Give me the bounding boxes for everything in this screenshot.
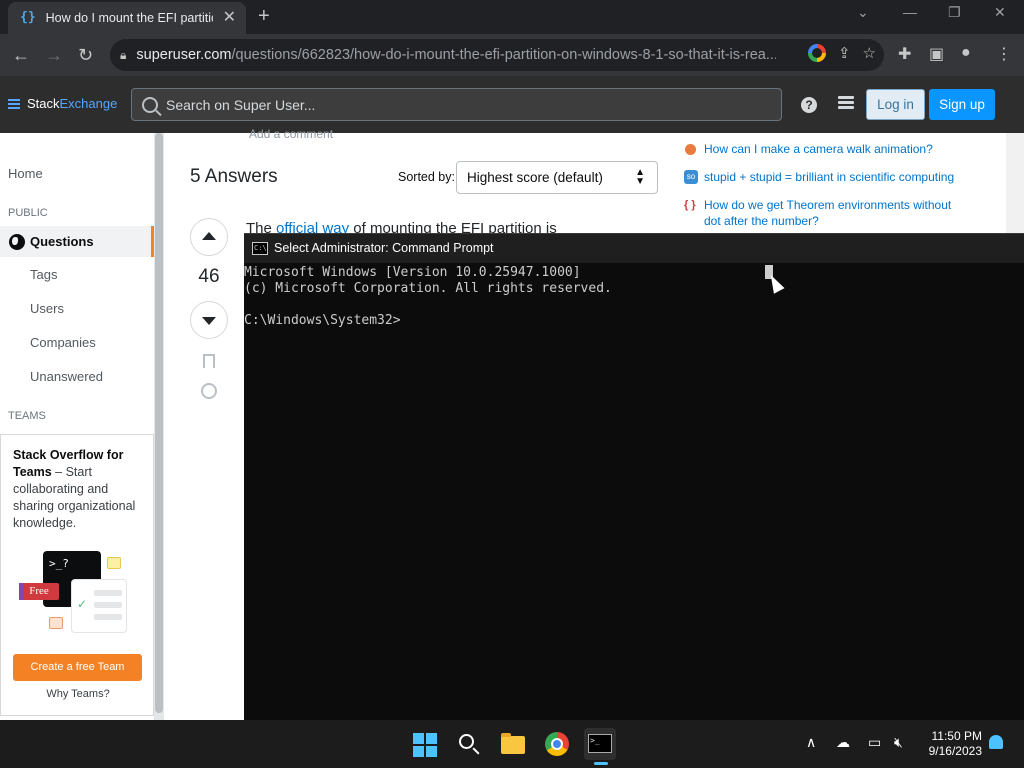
stackexchange-logo[interactable]: Stack Exchange (8, 96, 117, 111)
chrome-menu-icon[interactable]: ⋮ (996, 44, 1012, 64)
cmd-line: (c) Microsoft Corporation. All rights re… (244, 281, 612, 296)
browser-tab-strip: {} How do I mount the EFI partition on W… (0, 0, 1024, 34)
downvote-button[interactable] (190, 301, 228, 339)
volume-icon[interactable]: 🔇︎ (894, 734, 903, 751)
lock-icon[interactable]: 🔒︎ (120, 48, 126, 63)
nav-companies[interactable]: Companies (30, 335, 96, 350)
checklist-illustration-icon: ✓ (71, 579, 127, 633)
sort-select[interactable]: Highest score (default) ▲ ▼ (456, 161, 658, 194)
tex-icon: { } (684, 199, 696, 211)
help-icon[interactable]: ? (801, 97, 817, 113)
search-placeholder: Search on Super User... (166, 96, 316, 113)
restore-icon[interactable]: ❐ (948, 4, 961, 21)
clock[interactable]: 11:50 PM 9/16/2023 (922, 729, 982, 759)
login-button[interactable]: Log in (866, 89, 925, 120)
create-team-button[interactable]: Create a free Team (13, 654, 142, 681)
active-app-indicator (594, 762, 608, 765)
url-text[interactable]: superuser.com/questions/662823/how-do-i-… (136, 47, 776, 63)
logo-text-stack: Stack (27, 96, 60, 111)
hot-question-title: How can I make a camera walk animation? (704, 142, 933, 156)
tab-close-icon[interactable]: ✕ (223, 10, 236, 26)
scicomp-icon: so (684, 170, 698, 184)
free-badge: Free (19, 583, 59, 600)
cmd-prompt-line: C:\Windows\System32> (244, 313, 401, 328)
chat-bubble-icon (49, 617, 63, 629)
superuser-favicon-icon: {} (20, 10, 36, 25)
answer-score: 46 (198, 266, 220, 287)
window-close-icon[interactable]: ✕ (994, 4, 1006, 21)
chat-bubble-icon (107, 557, 121, 569)
answers-heading: 5 Answers (190, 166, 278, 187)
address-bar[interactable]: 🔒︎ superuser.com/questions/662823/how-do… (110, 39, 884, 71)
sort-select-value: Highest score (default) (467, 170, 603, 185)
screen: {} How do I mount the EFI partition on W… (0, 0, 1024, 768)
select-arrows-icon: ▲ ▼ (635, 167, 645, 187)
hot-question-title: How do we get Theorem environments witho… (704, 198, 952, 228)
clock-date: 9/16/2023 (928, 744, 982, 758)
taskbar: >_ ∧ ☁ ▭ 🔇︎ 11:50 PM 9/16/2023 (0, 720, 1024, 768)
sidebar-scrollbar-thumb[interactable] (155, 133, 163, 713)
network-icon[interactable]: ▭ (868, 734, 881, 751)
logo-text-exchange: Exchange (59, 96, 118, 111)
profile-icon[interactable]: ● (961, 44, 971, 62)
start-icon[interactable] (408, 728, 440, 760)
bookmark-star-icon[interactable]: ☆ (863, 44, 876, 62)
nav-section-public: PUBLIC (8, 207, 48, 219)
teams-illustration: >_? ✓ Free (19, 551, 131, 635)
forward-icon[interactable]: → (45, 43, 63, 67)
hot-network-questions: How can I make a camera walk animation? … (680, 133, 1006, 233)
nav-home[interactable]: Home (8, 166, 43, 181)
cmd-line (244, 297, 1024, 313)
camera-icon (685, 144, 696, 155)
extensions-icon[interactable]: ✚ (898, 44, 911, 64)
cmd-title: Select Administrator: Command Prompt (274, 241, 494, 255)
cmd-icon: C:\ (252, 242, 268, 255)
cmd-titlebar[interactable]: C:\ Select Administrator: Command Prompt (244, 234, 1024, 263)
side-panel-icon[interactable]: ▣ (929, 44, 944, 64)
globe-icon (9, 234, 25, 250)
hot-question-title: stupid + stupid = brilliant in scientifi… (704, 170, 955, 184)
onedrive-icon[interactable]: ☁ (836, 734, 850, 751)
google-lens-icon[interactable] (807, 44, 826, 62)
site-switcher-icon[interactable] (838, 96, 854, 112)
nav-tags[interactable]: Tags (30, 267, 57, 282)
nav-questions[interactable]: Questions (0, 226, 154, 257)
stackexchange-logo-icon (8, 98, 20, 109)
cmd-output[interactable]: Microsoft Windows [Version 10.0.25947.10… (244, 265, 1024, 329)
browser-tab[interactable]: {} How do I mount the EFI partition on W… (8, 2, 246, 34)
minimize-icon[interactable]: — (903, 4, 917, 20)
add-comment-link[interactable]: Add a comment (249, 127, 333, 141)
sorted-by-label: Sorted by: (398, 170, 455, 184)
why-teams-link[interactable]: Why Teams? (1, 688, 155, 700)
clock-time: 11:50 PM (931, 729, 982, 743)
browser-toolbar: ← → ↻ 🔒︎ superuser.com/questions/662823/… (0, 34, 1024, 76)
teams-promo: Stack Overflow for Teams – Start collabo… (0, 434, 154, 716)
tab-title: How do I mount the EFI partition on Wind… (45, 11, 213, 25)
teams-promo-text: Stack Overflow for Teams – Start collabo… (13, 447, 143, 532)
site-search-input[interactable]: Search on Super User... (131, 88, 782, 121)
command-prompt-window[interactable]: C:\ Select Administrator: Command Prompt… (244, 233, 1024, 720)
nav-questions-label: Questions (30, 234, 94, 249)
bookmark-icon[interactable] (203, 354, 215, 368)
taskbar-search-icon[interactable] (452, 728, 484, 760)
history-icon[interactable] (201, 383, 217, 399)
new-tab-icon[interactable]: + (258, 6, 270, 26)
nav-section-teams: TEAMS (8, 410, 46, 422)
reload-icon[interactable]: ↻ (78, 43, 93, 67)
tab-search-icon[interactable]: ⌄ (857, 4, 869, 21)
tray-overflow-icon[interactable]: ∧ (806, 734, 816, 751)
upvote-button[interactable] (190, 218, 228, 256)
search-icon (142, 96, 158, 113)
left-sidebar: Home PUBLIC Questions Tags Users Compani… (0, 133, 154, 720)
file-explorer-icon[interactable] (497, 728, 529, 760)
signup-button[interactable]: Sign up (929, 89, 995, 120)
nav-users[interactable]: Users (30, 301, 64, 316)
terminal-icon[interactable]: >_ (584, 728, 616, 760)
back-icon[interactable]: ← (12, 43, 30, 67)
notification-bell-icon[interactable] (989, 735, 1003, 749)
share-icon[interactable]: ⇪ (838, 44, 851, 62)
chrome-icon[interactable] (541, 728, 573, 760)
nav-unanswered[interactable]: Unanswered (30, 369, 103, 384)
cmd-line: Microsoft Windows [Version 10.0.25947.10… (244, 265, 581, 280)
